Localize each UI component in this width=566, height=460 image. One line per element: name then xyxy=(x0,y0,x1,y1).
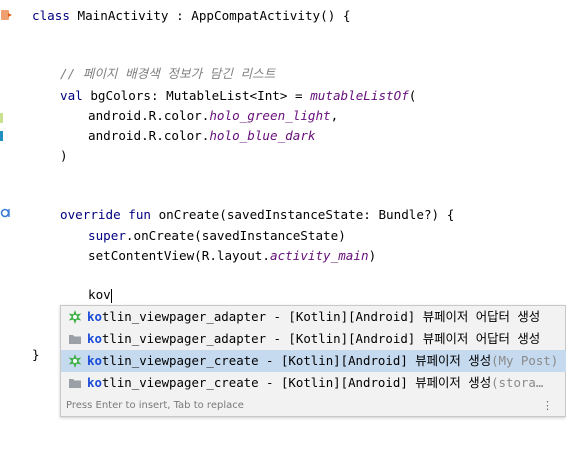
keyword-class: class xyxy=(32,8,70,23)
completion-match: ko xyxy=(87,353,102,368)
color2-prefix: android.R.color. xyxy=(88,128,210,143)
code-line-color2: android.R.color.holo_blue_dark xyxy=(88,126,315,146)
completion-text: tlin_viewpager_adapter - [Kotlin][Androi… xyxy=(101,309,541,324)
keyword-override-fun: override fun xyxy=(60,207,151,222)
keyword-val: val xyxy=(60,88,83,103)
color2-field: holo_blue_dark xyxy=(209,128,316,143)
completion-source: (My Post) xyxy=(491,353,559,368)
popup-hint: Press Enter to insert, Tab to replace xyxy=(66,400,244,411)
close-brace: } xyxy=(32,347,40,362)
code-line-setcontentview: setContentView(R.layout.activity_main) xyxy=(88,246,376,266)
completion-text: tlin_viewpager_adapter - [Kotlin][Androi… xyxy=(101,331,541,346)
code-line-typed[interactable]: kov xyxy=(88,285,112,305)
folder-icon xyxy=(69,335,81,344)
completion-item-selected[interactable]: kotlin_viewpager_create - [Kotlin][Andro… xyxy=(61,350,566,372)
completion-match: ko xyxy=(87,375,102,390)
code-line-close-paren: ) xyxy=(60,146,68,166)
color1-prefix: android.R.color. xyxy=(88,108,210,123)
code-line-color1: android.R.color.holo_green_light, xyxy=(88,106,338,126)
completion-item[interactable]: kotlin_viewpager_adapter - [Kotlin][Andr… xyxy=(61,328,566,350)
completion-match: ko xyxy=(87,331,102,346)
code-line-class: class MainActivity : AppCompatActivity()… xyxy=(32,6,350,26)
code-line-super: super.onCreate(savedInstanceState) xyxy=(88,226,346,246)
more-options-icon[interactable]: ⋮ xyxy=(542,399,553,412)
comment-text: // 페이지 배경색 정보가 담긴 리스트 xyxy=(60,66,276,81)
code-line-comment: // 페이지 배경색 정보가 담긴 리스트 xyxy=(60,64,275,84)
completion-text: tlin_viewpager_create - [Kotlin][Android… xyxy=(101,375,492,390)
completion-text: tlin_viewpager_create - [Kotlin][Android… xyxy=(101,353,492,368)
live-template-icon xyxy=(68,354,82,368)
oncreate-signature: onCreate(savedInstanceState: Bundle?) { xyxy=(151,207,455,222)
code-line-val: val bgColors: MutableList<Int> = mutable… xyxy=(60,86,416,106)
keyword-super: super xyxy=(88,228,126,243)
text-caret xyxy=(110,288,112,303)
setcontent-suffix: ) xyxy=(368,248,377,263)
color1-field: holo_green_light xyxy=(209,108,331,123)
completion-match: ko xyxy=(87,309,102,324)
typed-text: kov xyxy=(88,287,111,302)
completion-item[interactable]: kotlin_viewpager_adapter - [Kotlin][Andr… xyxy=(61,306,566,328)
folder-icon xyxy=(69,379,81,388)
autocomplete-popup[interactable]: kotlin_viewpager_adapter - [Kotlin][Andr… xyxy=(60,305,566,417)
class-declaration: MainActivity : AppCompatActivity() { xyxy=(69,8,351,23)
color1-suffix: , xyxy=(330,108,339,123)
completion-source: (stora… xyxy=(491,375,544,390)
val-declaration: bgColors: MutableList<Int> = xyxy=(82,88,311,103)
live-template-icon xyxy=(68,310,82,324)
mutablelistof-call: mutableListOf xyxy=(310,88,409,103)
completion-item[interactable]: kotlin_viewpager_create - [Kotlin][Andro… xyxy=(61,372,566,394)
super-call: .onCreate(savedInstanceState) xyxy=(125,228,346,243)
code-line-override: override fun onCreate(savedInstanceState… xyxy=(60,205,454,225)
setcontent-prefix: setContentView(R.layout. xyxy=(88,248,270,263)
open-paren: ( xyxy=(408,88,417,103)
code-line-close-brace: } xyxy=(32,345,40,365)
layout-field: activity_main xyxy=(269,248,369,263)
close-paren: ) xyxy=(60,148,68,163)
